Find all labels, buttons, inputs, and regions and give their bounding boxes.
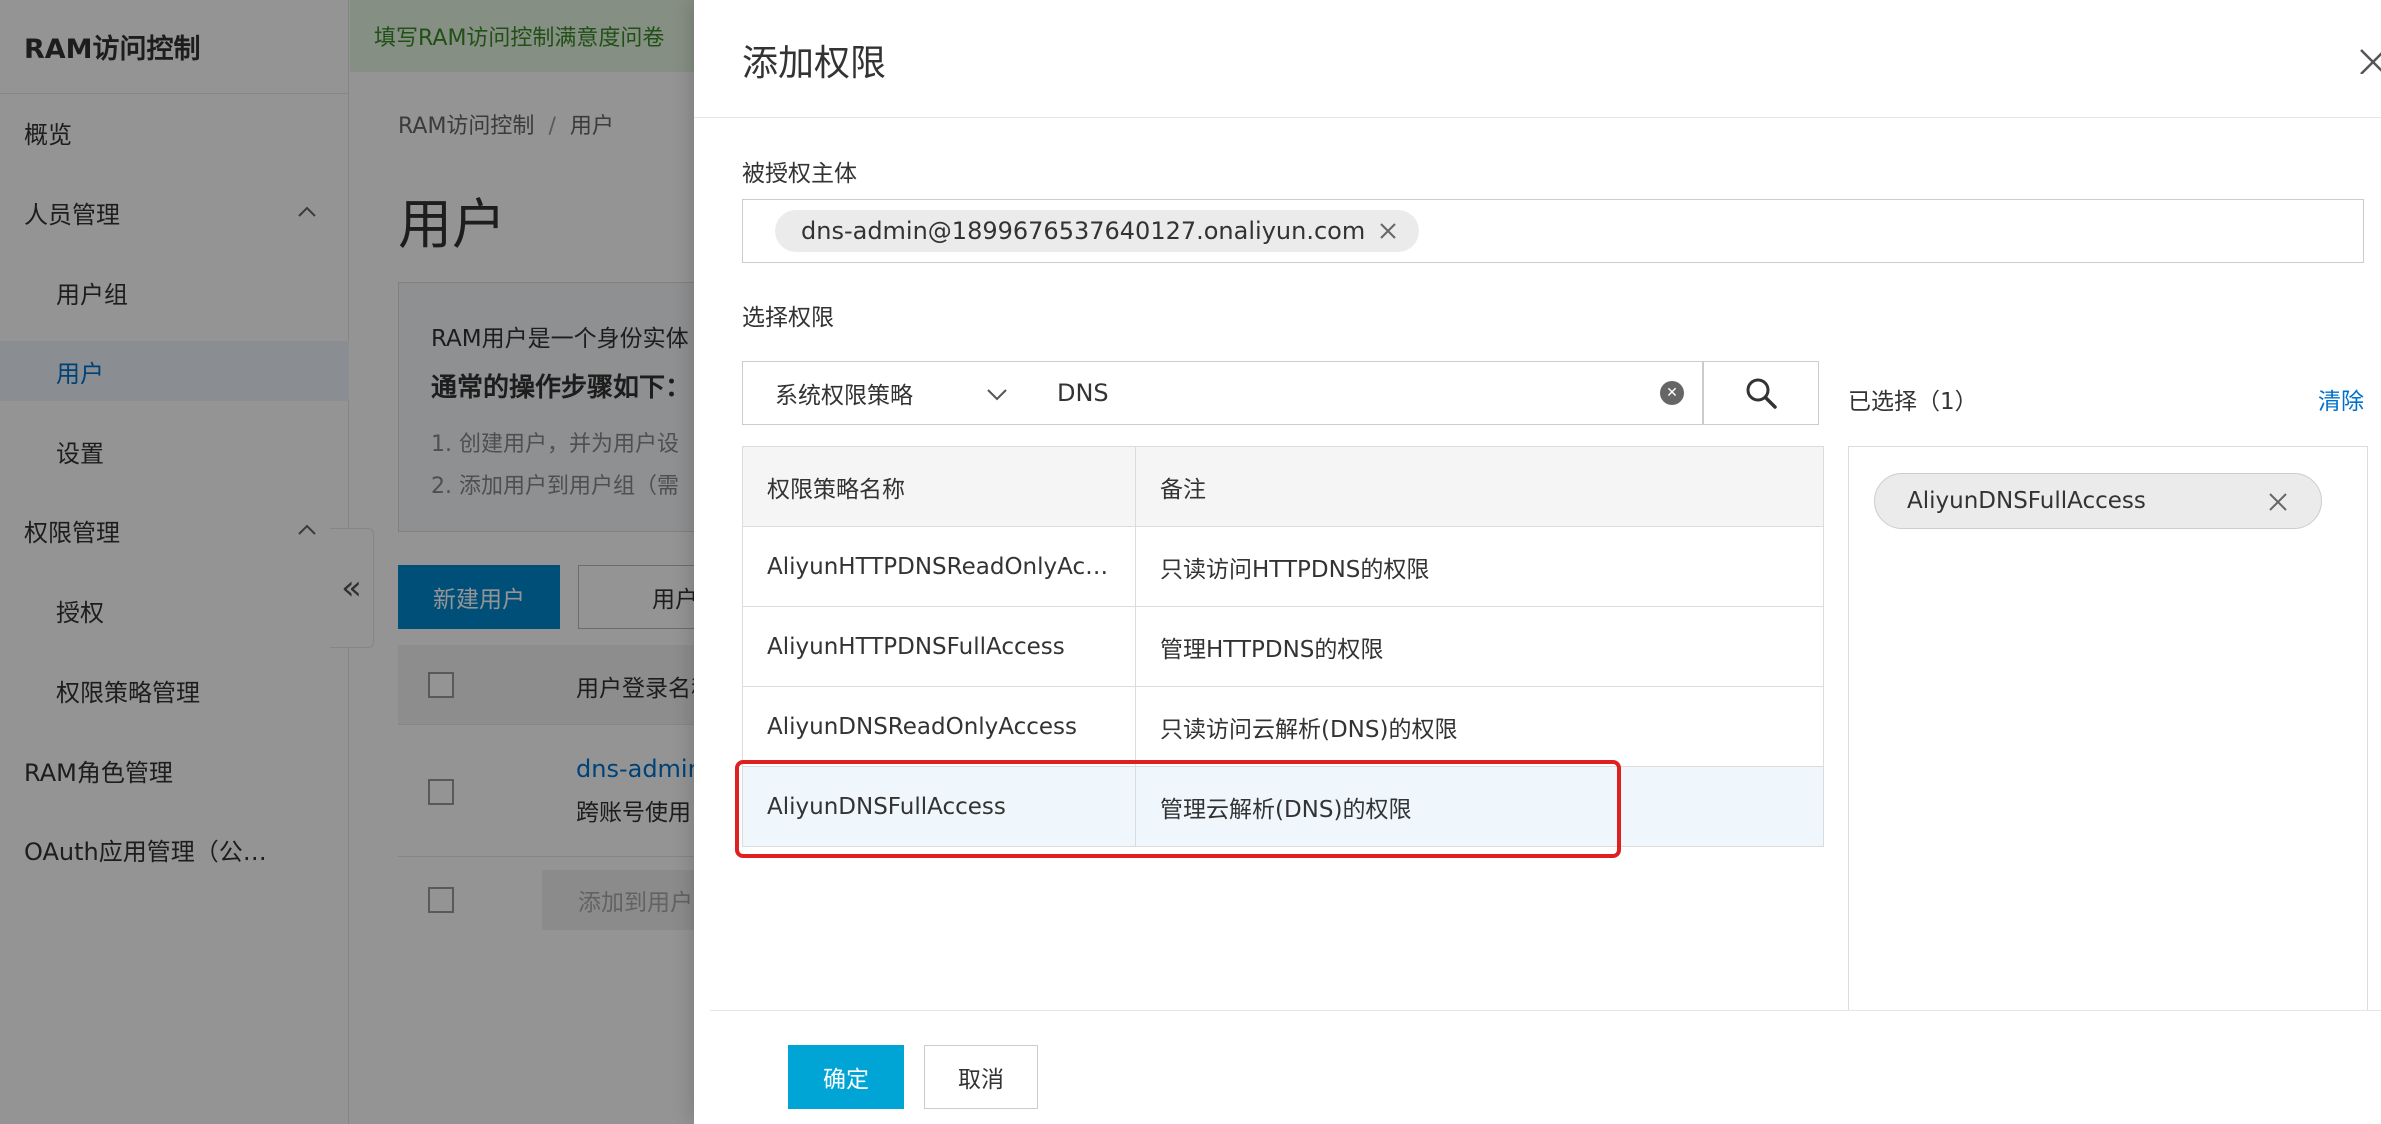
policy-name: AliyunDNSFullAccess: [742, 766, 1136, 847]
policy-name: AliyunDNSReadOnlyAccess: [742, 686, 1136, 767]
clear-selection-link[interactable]: 清除: [2318, 382, 2364, 416]
policy-note: 只读访问云解析(DNS)的权限: [1135, 686, 1824, 767]
principal-tag-text: dns-admin@1899676537640127.onaliyun.com: [801, 217, 1366, 245]
drawer-title: 添加权限: [742, 43, 887, 84]
table-row[interactable]: AliyunHTTPDNSFullAccess 管理HTTPDNS的权限: [742, 606, 1824, 687]
clear-search-icon[interactable]: ✕: [1660, 381, 1684, 405]
table-row[interactable]: AliyunDNSReadOnlyAccess 只读访问云解析(DNS)的权限: [742, 686, 1824, 767]
column-header-name: 权限策略名称: [742, 446, 1136, 527]
cancel-button[interactable]: 取消: [924, 1045, 1038, 1109]
select-permission-label: 选择权限: [742, 305, 834, 331]
close-icon[interactable]: [2355, 44, 2381, 74]
table-header-row: 权限策略名称 备注: [742, 446, 1824, 527]
selected-policy-name: AliyunDNSFullAccess: [1907, 488, 2146, 514]
remove-tag-icon[interactable]: [1377, 220, 1399, 242]
policy-note: 管理HTTPDNS的权限: [1135, 606, 1824, 687]
drawer-footer: 确定 取消: [710, 1010, 2381, 1124]
search-icon: [1746, 378, 1777, 409]
policy-type-select[interactable]: 系统权限策略: [742, 361, 1026, 425]
chevron-down-icon: [987, 389, 1007, 401]
policy-name: AliyunHTTPDNSFullAccess: [742, 606, 1136, 687]
policy-note: 管理云解析(DNS)的权限: [1135, 766, 1824, 847]
policy-name: AliyunHTTPDNSReadOnlyAc…: [742, 526, 1136, 607]
policy-note: 只读访问HTTPDNS的权限: [1135, 526, 1824, 607]
table-row-selected[interactable]: AliyunDNSFullAccess 管理云解析(DNS)的权限: [742, 766, 1824, 847]
drawer-header: 添加权限: [694, 0, 2381, 118]
remove-selected-icon[interactable]: [2267, 491, 2289, 513]
selected-policy-tag: AliyunDNSFullAccess: [1874, 473, 2322, 529]
column-header-note: 备注: [1135, 446, 1824, 527]
selected-count-label: 已选择（1）: [1848, 389, 1978, 415]
principal-field[interactable]: dns-admin@1899676537640127.onaliyun.com: [742, 199, 2364, 263]
search-input[interactable]: [1057, 362, 1617, 424]
selected-panel: AliyunDNSFullAccess: [1848, 446, 2368, 1011]
table-row[interactable]: AliyunHTTPDNSReadOnlyAc… 只读访问HTTPDNS的权限: [742, 526, 1824, 607]
add-permission-drawer: 添加权限 被授权主体 dns-admin@1899676537640127.on…: [694, 0, 2381, 1124]
principal-tag: dns-admin@1899676537640127.onaliyun.com: [775, 210, 1420, 252]
policy-table: 权限策略名称 备注 AliyunHTTPDNSReadOnlyAc… 只读访问H…: [742, 446, 1824, 847]
policy-type-value: 系统权限策略: [775, 383, 913, 409]
confirm-button[interactable]: 确定: [788, 1045, 904, 1109]
principal-label: 被授权主体: [742, 161, 857, 187]
search-button[interactable]: [1703, 361, 1819, 425]
search-input-wrap: ✕: [1025, 361, 1703, 425]
